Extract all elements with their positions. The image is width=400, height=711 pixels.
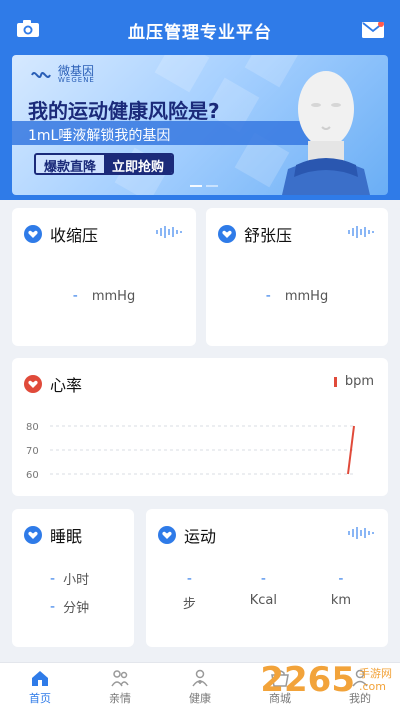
heart-rate-legend: bpm	[333, 374, 374, 389]
diastolic-title: 舒张压	[244, 226, 293, 245]
kcal-unit: Kcal	[249, 593, 278, 608]
heart-rate-title: 心率	[50, 376, 83, 395]
brand-english: WEGENE	[58, 76, 95, 84]
sleep-title: 睡眠	[50, 527, 83, 546]
top-header: 血压管理专业平台 微基因 WEGENE 我的运动健康风险是? 1mL唾液解锁我的…	[0, 0, 400, 200]
systolic-unit: mmHg	[91, 289, 136, 304]
banner-pager	[190, 185, 218, 187]
tab-family[interactable]: 亲情	[80, 663, 160, 711]
heart-icon	[218, 225, 236, 243]
heart-rate-series-line	[347, 425, 355, 475]
steps-unit: 步	[182, 597, 196, 612]
tab-home[interactable]: 首页	[0, 663, 80, 711]
banner-figure-image	[282, 71, 370, 195]
tab-family-label: 亲情	[109, 691, 131, 705]
tab-health-label: 健康	[189, 691, 211, 705]
diastolic-value: -	[265, 288, 271, 304]
heart-rate-icon	[24, 375, 42, 393]
heart-rate-y-tick: 70	[26, 446, 39, 457]
banner-title: 我的运动健康风险是?	[28, 99, 220, 123]
waveform-icon	[348, 527, 374, 539]
heart-rate-unit: bpm	[344, 374, 374, 389]
mail-icon[interactable]	[362, 22, 384, 38]
waveform-icon	[156, 226, 182, 238]
sleep-minutes-unit: 分钟	[63, 601, 90, 616]
systolic-card[interactable]: 收缩压 - mmHg	[12, 208, 196, 346]
heart-rate-y-tick: 80	[26, 422, 39, 433]
sport-steps: - 步	[183, 571, 196, 612]
sleep-hours-row: - 小时	[50, 569, 90, 589]
heart-rate-y-tick: 60	[26, 470, 39, 480]
pager-dot	[190, 185, 202, 187]
tab-health[interactable]: 健康	[160, 663, 240, 711]
steps-value: -	[186, 571, 192, 587]
banner-subtitle: 1mL唾液解锁我的基因	[28, 128, 171, 144]
wegene-logo-icon	[31, 71, 51, 78]
sleep-minutes-row: - 分钟	[50, 597, 90, 617]
sport-card[interactable]: 运动 - 步 - Kcal - km	[146, 509, 388, 647]
sleep-minutes-value: -	[50, 598, 56, 615]
tab-home-label: 首页	[29, 691, 51, 705]
pager-dot	[206, 185, 218, 187]
site-watermark: 2265 手游网 .com	[260, 660, 392, 700]
banner-cta[interactable]: 爆款直降 立即抢购	[34, 153, 175, 175]
promo-banner[interactable]: 微基因 WEGENE 我的运动健康风险是? 1mL唾液解锁我的基因 爆款直降 立…	[12, 55, 388, 195]
page-title: 血压管理专业平台	[128, 23, 272, 43]
km-value: -	[338, 571, 344, 587]
watermark-domain: .com	[359, 680, 386, 693]
heart-rate-legend-dash	[333, 376, 337, 387]
heart-icon	[24, 526, 42, 544]
cta-sale-label: 爆款直降	[36, 155, 105, 173]
kcal-value: -	[260, 571, 266, 587]
sleep-hours-value: -	[50, 570, 56, 587]
heart-icon	[24, 225, 42, 243]
heart-icon	[158, 526, 176, 544]
banner-brand: 微基因 WEGENE	[30, 65, 95, 84]
watermark-site-name: 手游网	[359, 666, 392, 680]
km-unit: km	[330, 593, 352, 608]
health-icon	[192, 669, 208, 686]
sleep-hours-unit: 小时	[63, 573, 90, 588]
home-icon	[32, 670, 48, 686]
systolic-value: -	[72, 288, 78, 304]
cta-buy-button[interactable]: 立即抢购	[104, 155, 173, 173]
diastolic-unit: mmHg	[284, 289, 329, 304]
sleep-card[interactable]: 睡眠 - 小时 - 分钟	[12, 509, 134, 647]
sport-km: - km	[331, 571, 351, 612]
watermark-number: 2265	[260, 660, 355, 700]
diastolic-card[interactable]: 舒张压 - mmHg	[206, 208, 388, 346]
systolic-title: 收缩压	[50, 226, 99, 245]
waveform-icon	[348, 226, 374, 238]
sport-kcal: - Kcal	[250, 571, 277, 612]
family-icon	[111, 669, 129, 686]
sport-title: 运动	[184, 527, 217, 546]
heart-rate-chart: 80 70 60	[26, 422, 355, 480]
heart-rate-card[interactable]: 心率 bpm 80 70 60	[12, 358, 388, 496]
